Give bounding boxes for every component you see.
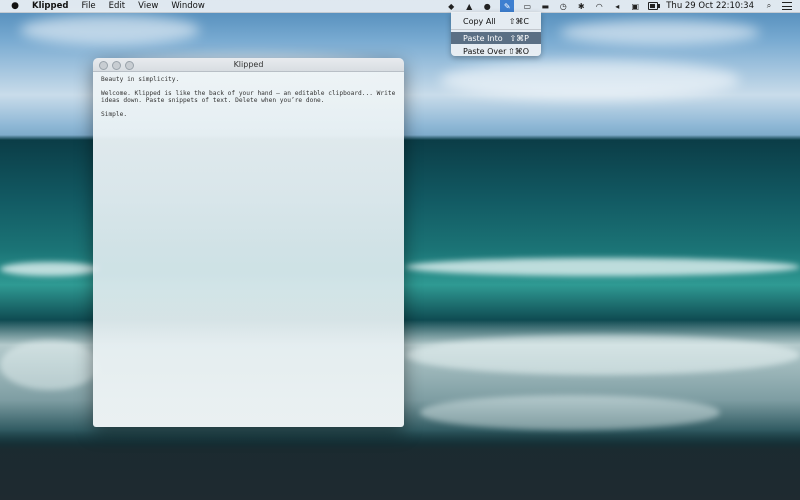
klipped-window: Klipped Beauty in simplicity. Welcome. K… [93,58,404,427]
menu-item-shortcut: ⇧⌘P [509,33,529,43]
klipped-dropdown-menu: Copy All ⇧⌘C Paste Into ⇧⌘P Paste Over ⇧… [451,12,541,56]
klipped-icon[interactable]: ✎ [500,0,515,12]
bluetooth-icon[interactable]: ✱ [576,2,586,11]
app-status-icon[interactable]: ● [482,2,492,11]
apple-menu-icon[interactable]: ● [8,1,22,11]
cloud [560,20,760,45]
google-drive-icon[interactable]: ▲ [464,2,474,11]
wave-crest [0,262,100,276]
battery-icon[interactable] [648,2,661,11]
zoom-button[interactable] [125,61,134,70]
menu-item-label: Paste Over [463,46,507,56]
foam [405,335,800,375]
menu-view[interactable]: View [138,1,158,11]
text-line: Welcome. Klipped is like the back of you… [101,90,396,104]
display-icon[interactable]: ▬ [540,2,550,11]
spotlight-icon[interactable]: ⌕ [764,1,774,11]
window-titlebar[interactable]: Klipped [93,58,404,72]
menu-item-paste-over[interactable]: Paste Over ⇧⌘O [451,45,541,57]
menu-item-paste-into[interactable]: Paste Into ⇧⌘P [451,32,541,44]
keyboard-icon[interactable]: ▣ [630,2,640,11]
menu-edit[interactable]: Edit [109,1,125,11]
status-area: ◆ ▲ ● ✎ ▭ ▬ ◷ ✱ ◠ ◂ ▣ Thu 29 Oct 22:10:3… [446,0,800,12]
menu-item-label: Copy All [463,16,496,26]
text-line: Simple. [101,111,128,118]
menu-item-shortcut: ⇧⌘C [508,16,529,26]
airplay-icon[interactable]: ▭ [522,2,532,11]
notification-center-icon[interactable] [782,2,792,11]
text-line: Beauty in simplicity. [101,76,180,83]
wifi-icon[interactable]: ◠ [594,2,604,11]
traffic-lights [99,61,138,70]
dropbox-icon[interactable]: ◆ [446,2,456,11]
foam [0,340,100,390]
menu-window[interactable]: Window [171,1,205,11]
volume-icon[interactable]: ◂ [612,2,622,11]
cloud [440,60,740,100]
menu-file[interactable]: File [81,1,95,11]
cloud [20,15,200,45]
window-title: Klipped [233,60,264,69]
minimize-button[interactable] [112,61,121,70]
time-machine-icon[interactable]: ◷ [558,2,568,11]
menu-item-label: Paste Into [463,33,503,43]
menu-item-copy-all[interactable]: Copy All ⇧⌘C [451,15,541,27]
menu-bar: ● Klipped File Edit View Window ◆ ▲ ● ✎ … [0,0,800,13]
clock[interactable]: Thu 29 Oct 22:10:34 [666,1,754,11]
clipboard-text-area[interactable]: Beauty in simplicity. Welcome. Klipped i… [93,72,404,427]
menu-separator [451,29,541,30]
wave-crest [405,258,800,276]
app-menu[interactable]: Klipped [32,1,68,11]
menu-item-shortcut: ⇧⌘O [508,46,529,56]
close-button[interactable] [99,61,108,70]
foam [420,395,720,430]
